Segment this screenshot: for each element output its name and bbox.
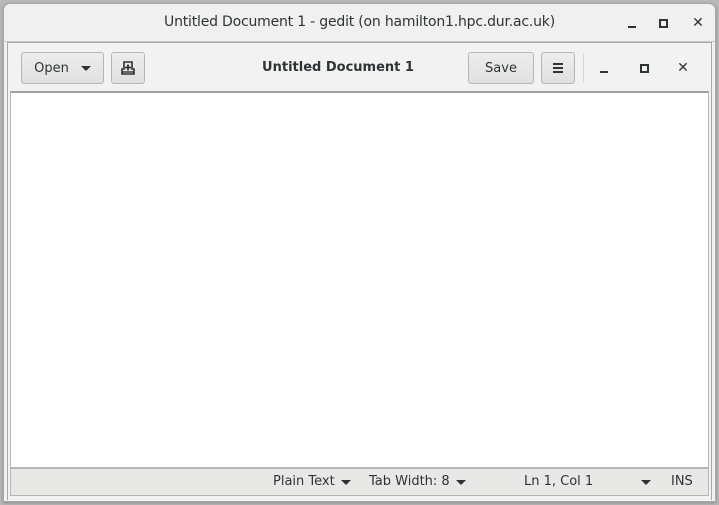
new-document-icon	[121, 61, 135, 75]
language-label: Plain Text	[273, 474, 335, 489]
window-title: Untitled Document 1 - gedit (on hamilton…	[164, 14, 555, 30]
statusbar: Plain Text Tab Width: 8 Ln 1, Col 1 INS	[10, 468, 709, 496]
new-tab-button[interactable]	[111, 52, 145, 84]
text-editor-area[interactable]	[10, 91, 709, 468]
outer-window: Untitled Document 1 - gedit (on hamilton…	[3, 3, 716, 502]
insert-mode-label: INS	[671, 474, 693, 489]
window-close-button[interactable]: ✕	[687, 12, 709, 34]
save-button-label: Save	[485, 60, 517, 76]
close-button[interactable]: ✕	[672, 57, 694, 79]
chevron-down-icon	[80, 65, 91, 71]
cursor-position-selector[interactable]: Ln 1, Col 1	[524, 469, 652, 495]
insert-mode-indicator: INS	[671, 469, 693, 495]
headerbar-separator	[583, 53, 584, 83]
minimize-icon	[628, 26, 636, 28]
headerbar: Open Untitled Document 1 Save ✕	[8, 43, 711, 93]
hamburger-menu-icon	[553, 63, 563, 73]
chevron-down-icon	[641, 479, 652, 485]
chevron-down-icon	[455, 479, 466, 485]
minimize-button[interactable]	[593, 57, 615, 79]
close-icon: ✕	[677, 60, 689, 76]
window-titlebar[interactable]: Untitled Document 1 - gedit (on hamilton…	[4, 4, 715, 42]
cursor-position-label: Ln 1, Col 1	[524, 474, 594, 489]
document-title: Untitled Document 1	[262, 60, 414, 75]
tab-width-label: Tab Width: 8	[369, 474, 450, 489]
chevron-down-icon	[340, 479, 351, 485]
window-maximize-button[interactable]	[652, 12, 674, 34]
minimize-icon	[600, 71, 608, 73]
maximize-button[interactable]	[633, 57, 655, 79]
open-button-label: Open	[34, 60, 69, 76]
tab-width-selector[interactable]: Tab Width: 8	[369, 469, 466, 495]
maximize-icon	[658, 18, 668, 28]
editor-content[interactable]	[11, 93, 708, 467]
open-button[interactable]: Open	[21, 52, 104, 84]
language-selector[interactable]: Plain Text	[273, 469, 351, 495]
maximize-icon	[639, 63, 649, 73]
gedit-window: Open Untitled Document 1 Save ✕ Plain Te…	[7, 42, 712, 500]
close-icon: ✕	[692, 15, 704, 31]
menu-button[interactable]	[541, 52, 575, 84]
window-minimize-button[interactable]	[621, 12, 643, 34]
save-button[interactable]: Save	[468, 52, 534, 84]
